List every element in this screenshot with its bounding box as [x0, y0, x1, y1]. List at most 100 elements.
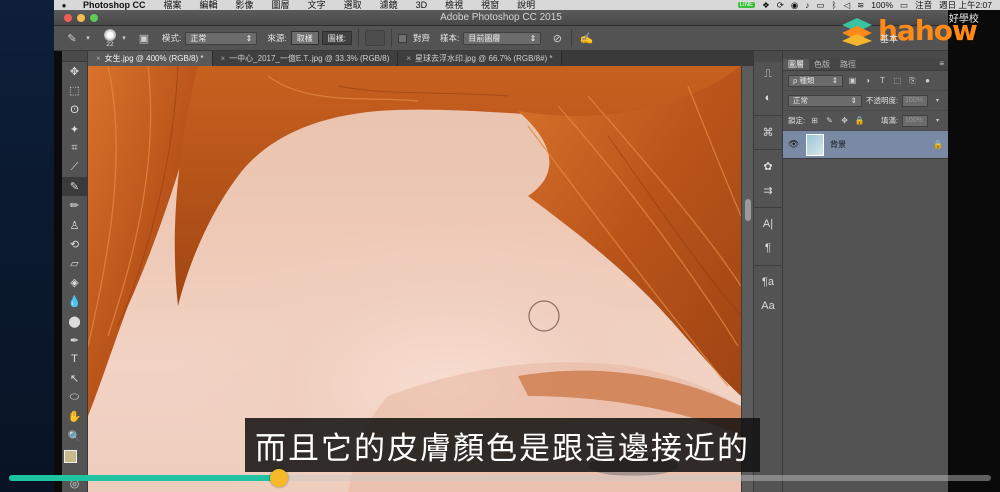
close-tab-icon[interactable]: × — [221, 54, 226, 63]
menu-type[interactable]: 文字 — [299, 0, 335, 10]
adjustments-icon[interactable]: ⌘ — [754, 120, 782, 144]
brush-icon[interactable]: ✏ — [62, 196, 87, 215]
fill-chevron-icon[interactable]: ▾ — [932, 115, 943, 126]
source-pattern-button[interactable]: 圖樣: — [321, 31, 352, 45]
sync-icon[interactable]: ⟳ — [777, 0, 784, 11]
preset-chevron-down-icon[interactable]: ▾ — [80, 30, 96, 46]
zoom-icon[interactable]: 🔍 — [62, 427, 87, 446]
path-select-icon[interactable]: ↖ — [62, 369, 87, 388]
menu-file[interactable]: 檔案 — [155, 0, 191, 10]
toolbar-grip[interactable] — [62, 51, 87, 62]
layer-kind-filter[interactable]: ρ 種類 ⇕ — [788, 74, 843, 87]
line-status-icon[interactable]: LINE — [737, 2, 756, 8]
tab-document-1[interactable]: × 女生.jpg @ 400% (RGB/8) * — [88, 51, 213, 66]
dodge-icon[interactable]: ⬤ — [62, 311, 87, 330]
dock-grip[interactable] — [754, 51, 782, 62]
pixel-filter-icon[interactable]: ▣ — [847, 75, 858, 86]
dropbox-icon[interactable]: ❖ — [762, 0, 770, 11]
menu-view[interactable]: 檢視 — [436, 0, 472, 10]
lock-all-icon[interactable]: 🔒 — [854, 115, 865, 126]
tab-channels[interactable]: 色版 — [809, 59, 835, 70]
blur-icon[interactable]: 💧 — [62, 292, 87, 311]
display-icon[interactable]: ▭ — [816, 0, 824, 11]
menu-edit[interactable]: 編輯 — [191, 0, 227, 10]
crop-icon[interactable]: ⌗ — [62, 139, 87, 158]
adjustment-filter-icon[interactable]: ◑ — [862, 75, 873, 86]
opacity-input[interactable]: 100% — [902, 94, 929, 107]
character-styles-icon[interactable]: Aa — [754, 294, 782, 318]
battery-icon[interactable]: ▭ — [900, 0, 908, 11]
tab-document-2[interactable]: × 一中心_2017_一億E.T..jpg @ 33.3% (RGB/8) — [212, 51, 399, 66]
character-panel-icon[interactable]: A| — [754, 212, 782, 236]
close-tab-icon[interactable]: × — [96, 54, 101, 63]
lock-position-icon[interactable]: ✥ — [839, 115, 850, 126]
lock-paint-icon[interactable]: ✎ — [824, 115, 835, 126]
bell-icon[interactable]: ♪ — [805, 0, 809, 10]
magic-wand-icon[interactable]: ✦ — [62, 120, 87, 139]
pen-icon[interactable]: ✒ — [62, 331, 87, 350]
volume-icon[interactable]: ◁ — [844, 0, 851, 11]
brush-panel-icon[interactable]: ▣ — [136, 30, 152, 46]
brush-chevron-down-icon[interactable]: ▾ — [116, 30, 132, 46]
menu-3d[interactable]: 3D — [407, 0, 437, 10]
panel-menu-icon[interactable]: ≡ — [939, 59, 948, 70]
blend-mode-select[interactable]: 正常 ⇕ — [788, 94, 862, 107]
aligned-checkbox[interactable] — [397, 33, 407, 43]
progress-knob[interactable] — [270, 469, 289, 487]
move-icon[interactable]: ✥ — [62, 62, 87, 81]
paint-bucket-icon[interactable]: ◈ — [62, 273, 87, 292]
eyedropper-icon[interactable]: ⟋ — [62, 158, 87, 177]
marquee-icon[interactable]: ⬚ — [62, 81, 87, 100]
apple-icon[interactable]: ● — [54, 1, 74, 10]
shape-filter-icon[interactable]: ⬚ — [892, 75, 903, 86]
menu-window[interactable]: 視窗 — [472, 0, 508, 10]
healing-brush-preset-icon[interactable]: ✎ — [64, 30, 80, 46]
ellipse-icon[interactable]: ⬭ — [62, 388, 87, 407]
opacity-chevron-icon[interactable]: ▾ — [932, 95, 943, 106]
tab-paths[interactable]: 路徑 — [835, 59, 861, 70]
menu-select[interactable]: 選取 — [335, 0, 371, 10]
color-panel-icon[interactable]: ◐ — [754, 86, 782, 110]
layer-row-background[interactable]: 👁 背景 🔒 — [783, 131, 948, 159]
visibility-eye-icon[interactable]: 👁 — [788, 139, 800, 150]
pattern-picker[interactable] — [364, 30, 385, 46]
panel-grip[interactable] — [783, 51, 948, 59]
smart-object-filter-icon[interactable]: ⎘ — [907, 75, 918, 86]
menu-layer[interactable]: 圖層 — [263, 0, 299, 10]
mode-select[interactable]: 正常 ⇕ — [185, 31, 258, 45]
healing-brush-icon[interactable]: ✎ — [62, 177, 87, 197]
filter-toggle-icon[interactable]: ● — [922, 75, 933, 86]
tab-document-3[interactable]: × 星球去浮水印.jpg @ 66.7% (RGB/8#) * — [398, 51, 562, 66]
ignore-adjustment-icon[interactable]: ⊘ — [549, 30, 565, 46]
clone-source-icon[interactable]: ⇉ — [754, 178, 782, 202]
lasso-icon[interactable]: ʘ — [62, 100, 87, 119]
history-brush-icon[interactable]: ⟲ — [62, 235, 87, 254]
pressure-icon[interactable]: ✍ — [578, 30, 594, 46]
evernote-icon[interactable]: ◉ — [791, 0, 798, 11]
stamp-icon[interactable]: ♙ — [62, 216, 87, 235]
bluetooth-icon[interactable]: ᛒ — [832, 0, 837, 10]
foreground-color-swatch[interactable] — [64, 449, 77, 463]
tab-layers[interactable]: 圖層 — [783, 59, 809, 70]
history-panel-icon[interactable]: ⎍ — [754, 62, 782, 86]
menu-image[interactable]: 影像 — [227, 0, 263, 10]
menu-help[interactable]: 說明 — [508, 0, 544, 10]
eraser-icon[interactable]: ▱ — [62, 254, 87, 273]
brush-size-picker[interactable]: 22 — [104, 28, 116, 48]
brush-presets-icon[interactable]: ✿ — [754, 154, 782, 178]
color-swatches[interactable] — [62, 446, 87, 474]
type-icon[interactable]: T — [62, 350, 87, 369]
wifi-icon[interactable]: ≋ — [857, 0, 864, 11]
close-tab-icon[interactable]: × — [406, 54, 411, 63]
type-filter-icon[interactable]: T — [877, 75, 888, 86]
source-sampled-button[interactable]: 取樣 — [290, 31, 319, 45]
fill-input[interactable]: 100% — [902, 114, 928, 127]
menu-filter[interactable]: 濾鏡 — [371, 0, 407, 10]
lock-pixels-icon[interactable]: ⊞ — [809, 115, 820, 126]
scrollbar-thumb[interactable] — [745, 199, 751, 221]
paragraph-panel-icon[interactable]: ¶ — [754, 236, 782, 260]
sample-select[interactable]: 目前圖層 ⇕ — [463, 31, 542, 45]
hand-icon[interactable]: ✋ — [62, 407, 87, 426]
menu-app-name[interactable]: Photoshop CC — [74, 0, 155, 10]
paragraph-styles-icon[interactable]: ¶a — [754, 270, 782, 294]
